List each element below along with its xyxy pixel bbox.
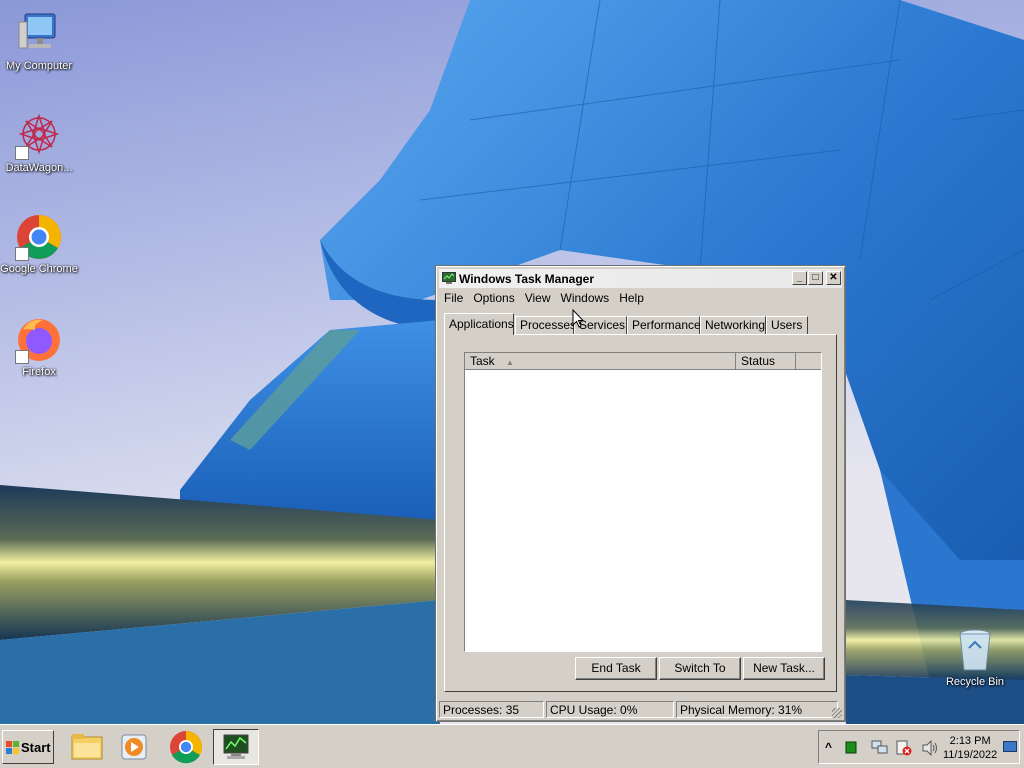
- desktop-icon-recycle-bin[interactable]: Recycle Bin: [936, 626, 1014, 688]
- column-header-label: Task: [470, 354, 495, 368]
- recycle-bin-icon: [951, 626, 999, 674]
- maximize-button[interactable]: □: [808, 271, 823, 285]
- sort-ascending-icon: ▲: [506, 358, 514, 367]
- firefox-icon: [15, 316, 63, 364]
- column-header-status[interactable]: Status: [736, 353, 796, 370]
- menu-windows[interactable]: Windows: [557, 290, 616, 305]
- column-header-task[interactable]: Task ▲: [465, 353, 736, 370]
- datawagon-icon: [15, 112, 63, 160]
- tab-processes[interactable]: Processes: [515, 316, 576, 334]
- taskbar: Start ^ 2:13 PM 11/19/2022: [0, 724, 1024, 768]
- title-bar[interactable]: Windows Task Manager _ □ ✕: [439, 269, 842, 288]
- task-manager-icon: [223, 734, 249, 759]
- column-header-filler: [796, 353, 821, 370]
- switch-to-button[interactable]: Switch To: [659, 657, 741, 680]
- resize-grip-icon[interactable]: [832, 708, 842, 718]
- desktop-icon-label: My Computer: [5, 60, 73, 72]
- chrome-icon: [15, 213, 63, 261]
- volume-icon[interactable]: [921, 739, 939, 759]
- clock-time: 2:13 PM: [949, 735, 991, 747]
- taskbar-explorer[interactable]: [64, 729, 110, 765]
- show-desktop-icon[interactable]: [1003, 741, 1017, 756]
- network-icon[interactable]: [871, 740, 889, 759]
- start-label: Start: [21, 740, 51, 755]
- clock[interactable]: 2:13 PM 11/19/2022: [943, 734, 997, 762]
- taskbar-task-manager[interactable]: [213, 729, 259, 765]
- desktop-icon-firefox[interactable]: Firefox: [0, 316, 78, 378]
- desktop-icon-label: Firefox: [22, 366, 56, 378]
- action-center-icon[interactable]: [895, 740, 913, 759]
- status-cpu-usage: CPU Usage: 0%: [546, 701, 674, 718]
- menu-bar: File Options View Windows Help: [440, 290, 650, 308]
- computer-icon: [15, 10, 63, 58]
- media-player-icon: [121, 734, 147, 760]
- tab-applications[interactable]: Applications: [444, 313, 514, 335]
- notification-area: ^ 2:13 PM 11/19/2022: [818, 730, 1020, 764]
- shortcut-arrow-icon: [15, 350, 29, 364]
- applications-panel: Task ▲ Status End Task Switch To New Tas…: [444, 334, 837, 692]
- folder-icon: [71, 734, 103, 760]
- status-processes: Processes: 35: [439, 701, 544, 718]
- task-manager-window[interactable]: Windows Task Manager _ □ ✕ File Options Vi…: [435, 265, 846, 722]
- mouse-cursor-icon: [572, 309, 584, 328]
- task-manager-app-icon: [442, 272, 456, 288]
- menu-options[interactable]: Options: [469, 290, 520, 305]
- performance-tray-icon[interactable]: [845, 741, 857, 757]
- windows-logo-icon: [6, 741, 20, 758]
- desktop-icon-my-computer[interactable]: My Computer: [0, 10, 78, 72]
- desktop-icon-label: Google Chrome: [0, 263, 78, 275]
- taskbar-media-player[interactable]: [111, 729, 157, 765]
- desktop-icon-google-chrome[interactable]: Google Chrome: [0, 213, 78, 275]
- desktop-icon-datawagon[interactable]: DataWagon...: [0, 112, 78, 174]
- desktop-icon-label: Recycle Bin: [945, 676, 1005, 688]
- desktop: My Computer DataWagon... Google Chrome F…: [0, 0, 1024, 724]
- desktop-icon-label: DataWagon...: [5, 162, 73, 174]
- end-task-button[interactable]: End Task: [575, 657, 657, 680]
- minimize-button[interactable]: _: [792, 271, 807, 285]
- show-hidden-icons-icon[interactable]: ^: [825, 740, 832, 754]
- status-bar: Processes: 35 CPU Usage: 0% Physical Mem…: [439, 701, 842, 718]
- chrome-icon: [170, 731, 203, 764]
- task-list[interactable]: Task ▲ Status: [464, 352, 822, 652]
- shortcut-arrow-icon: [15, 146, 29, 160]
- taskbar-chrome[interactable]: [163, 729, 209, 765]
- new-task-button[interactable]: New Task...: [743, 657, 825, 680]
- start-button[interactable]: Start: [2, 730, 54, 764]
- status-physical-memory: Physical Memory: 31%: [676, 701, 838, 718]
- shortcut-arrow-icon: [15, 247, 29, 261]
- menu-view[interactable]: View: [521, 290, 557, 305]
- menu-file[interactable]: File: [440, 290, 469, 305]
- tab-networking[interactable]: Networking: [700, 316, 766, 334]
- close-button[interactable]: ✕: [826, 271, 841, 285]
- window-title: Windows Task Manager: [459, 272, 595, 286]
- clock-date: 11/19/2022: [943, 749, 998, 761]
- tab-users[interactable]: Users: [766, 316, 808, 334]
- menu-help[interactable]: Help: [615, 290, 650, 305]
- tab-performance[interactable]: Performance: [627, 316, 701, 334]
